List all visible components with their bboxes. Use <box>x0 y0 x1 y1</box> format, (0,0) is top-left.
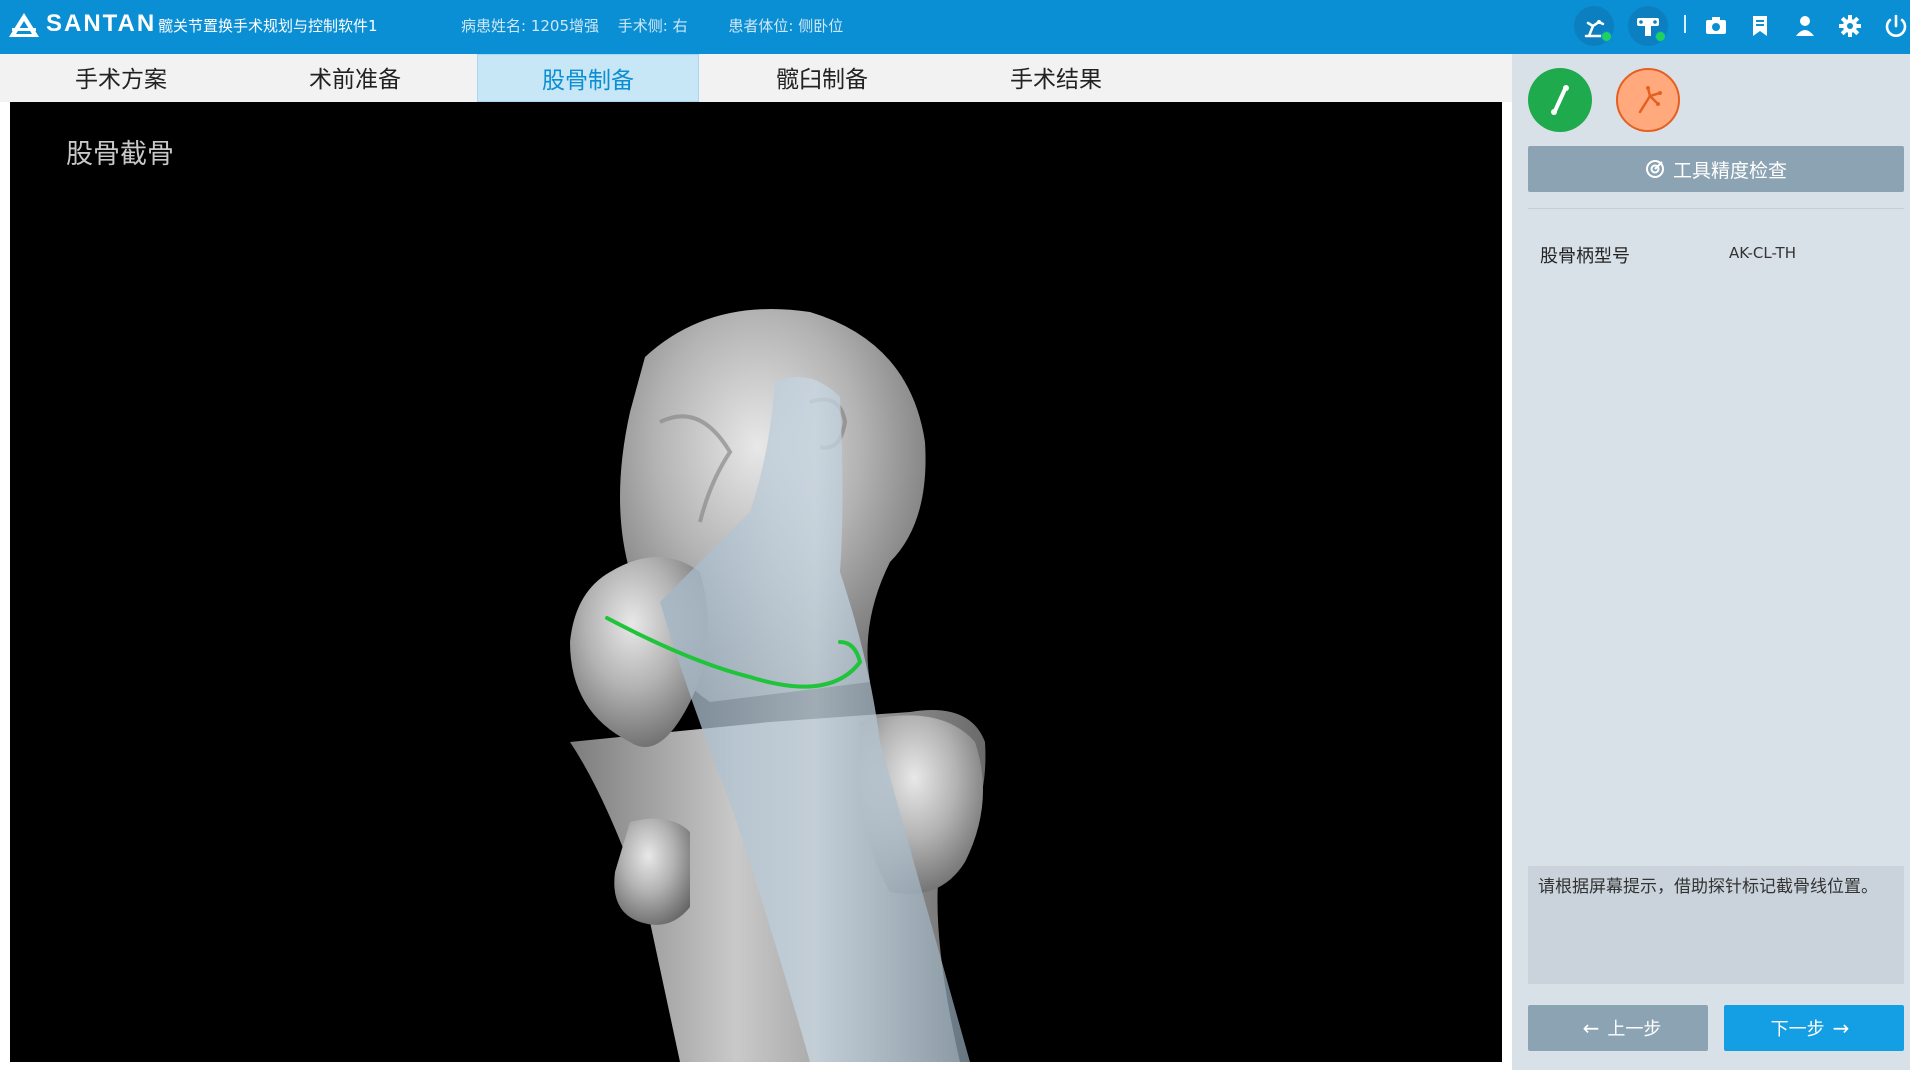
tab-femur-preparation[interactable]: 股骨制备 <box>477 54 699 102</box>
patient-name: 病患姓名: 1205增强 <box>461 17 599 35</box>
camera-icon[interactable] <box>1696 6 1736 46</box>
3d-viewport[interactable]: 股骨截骨 <box>10 102 1502 1062</box>
femur-3d-model <box>570 309 986 1062</box>
settings-gear-icon[interactable] <box>1830 6 1870 46</box>
santan-logo-icon <box>8 12 40 38</box>
camera-status-dot <box>1655 31 1666 42</box>
tracking-camera-status-icon[interactable] <box>1628 6 1668 46</box>
workflow-tabs: 手术方案 术前准备 股骨制备 髋臼制备 手术结果 <box>0 54 1512 102</box>
user-icon[interactable] <box>1785 6 1825 46</box>
robot-status-dot <box>1601 31 1612 42</box>
target-icon <box>1645 160 1664 178</box>
femur-tool-button[interactable] <box>1528 68 1592 132</box>
tab-acetabulum-preparation[interactable]: 髋臼制备 <box>711 54 933 102</box>
robot-arm-status-icon[interactable] <box>1574 6 1614 46</box>
accuracy-button-label: 工具精度检查 <box>1672 159 1787 182</box>
brand-name: SANTAN <box>46 10 157 37</box>
panel-divider <box>1528 208 1904 209</box>
patient-position: 患者体位: 侧卧位 <box>728 17 844 35</box>
tab-preop-preparation[interactable]: 术前准备 <box>244 54 466 102</box>
previous-step-button[interactable]: ← 上一步 <box>1528 1005 1708 1051</box>
tab-surgical-plan[interactable]: 手术方案 <box>10 54 232 102</box>
report-icon[interactable] <box>1740 6 1780 46</box>
previous-step-label: 上一步 <box>1607 1019 1662 1040</box>
view-title: 股骨截骨 <box>66 139 174 170</box>
next-step-label: 下一步 <box>1770 1019 1825 1040</box>
stem-model-value: AK-CL-TH <box>1729 244 1796 262</box>
arrow-right-icon: → <box>1832 1016 1850 1040</box>
tool-accuracy-check-button[interactable]: 工具精度检查 <box>1528 146 1904 192</box>
app-title: 髋关节置换手术规划与控制软件1 <box>158 17 378 35</box>
stem-model-label: 股骨柄型号 <box>1540 246 1630 267</box>
probe-icon <box>1638 86 1662 114</box>
top-bar: SANTAN 髋关节置换手术规划与控制软件1 病患姓名: 1205增强 手术侧:… <box>0 0 1910 54</box>
power-icon[interactable] <box>1876 6 1910 46</box>
patient-info: 病患姓名: 1205增强 手术侧: 右 患者体位: 侧卧位 <box>461 15 857 36</box>
tab-surgical-result[interactable]: 手术结果 <box>945 54 1167 102</box>
instruction-hint: 请根据屏幕提示，借助探针标记截骨线位置。 <box>1528 866 1904 984</box>
toolbar-separator <box>1684 15 1686 33</box>
probe-tool-button[interactable] <box>1616 68 1680 132</box>
next-step-button[interactable]: 下一步 → <box>1724 1005 1904 1051</box>
bone-icon <box>1551 85 1569 115</box>
surgical-side: 手术侧: 右 <box>617 17 688 35</box>
control-panel: 工具精度检查 股骨柄型号 AK-CL-TH 请根据屏幕提示，借助探针标记截骨线位… <box>1512 54 1910 1070</box>
instruction-hint-text: 请根据屏幕提示，借助探针标记截骨线位置。 <box>1538 877 1878 897</box>
arrow-left-icon: ← <box>1582 1016 1600 1040</box>
